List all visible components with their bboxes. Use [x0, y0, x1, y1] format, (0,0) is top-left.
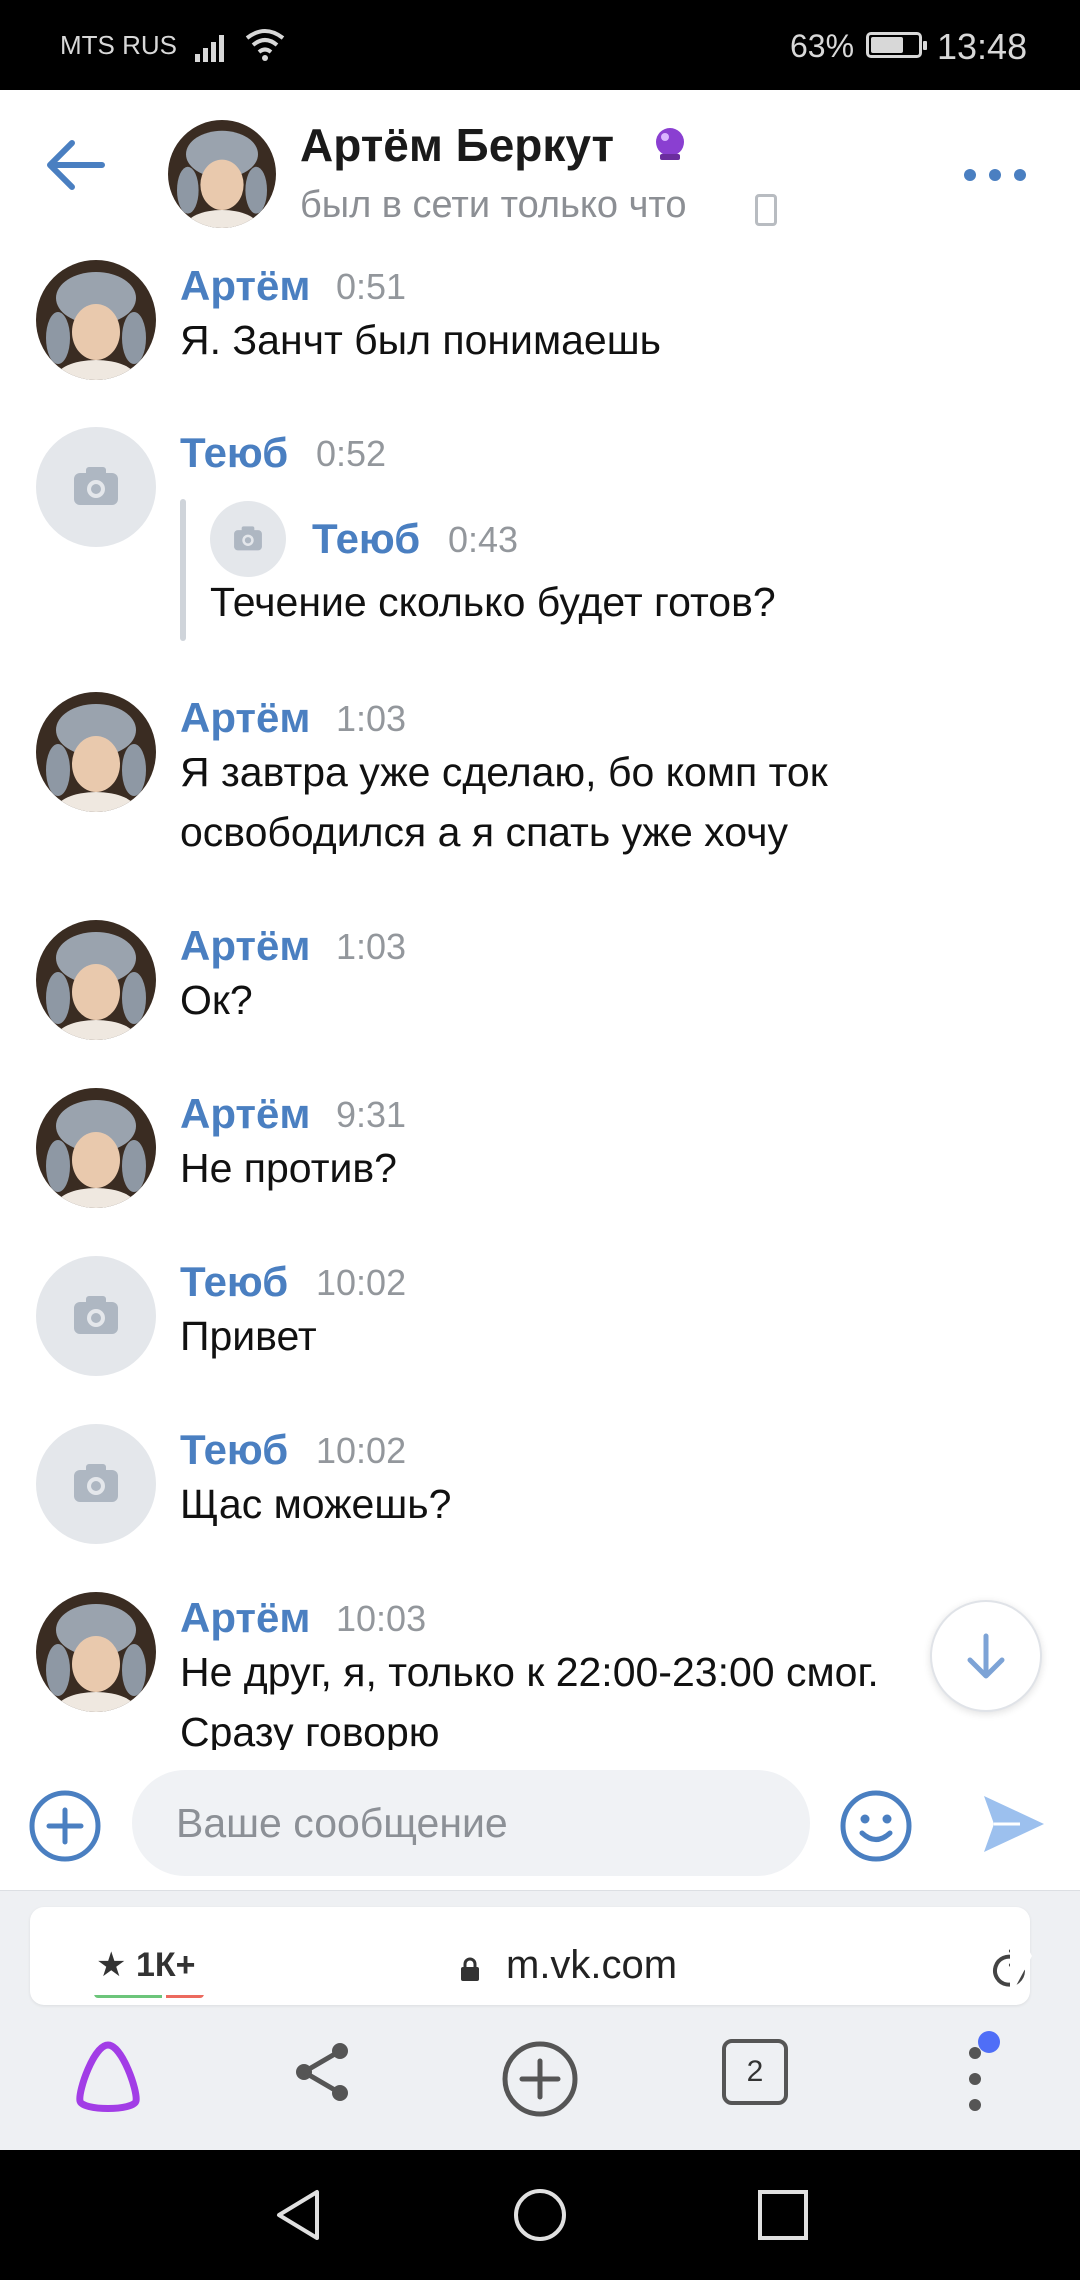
message-text-line: Не друг, я, только к 22:00-23:00 смог.: [180, 1649, 879, 1695]
user-photo-icon: [168, 120, 276, 228]
camera-icon: [74, 1464, 118, 1502]
share-icon[interactable]: [290, 2039, 356, 2105]
message-text: Я. Занчт был понимаешь: [180, 317, 661, 363]
crystal-ball-icon: [656, 128, 684, 160]
avatar[interactable]: [36, 1088, 156, 1208]
browser-toolbar: ★ 1К+ m.vk.com 2: [0, 1890, 1080, 2150]
attach-plus-icon[interactable]: [27, 1788, 103, 1864]
quote-text: Течение сколько будет готов?: [210, 579, 776, 625]
smiley-icon[interactable]: [838, 1788, 914, 1864]
rating-bar: [94, 1990, 204, 1998]
user-photo-icon: [36, 1592, 156, 1712]
online-status: был в сети только что: [300, 184, 687, 226]
send-icon[interactable]: [980, 1790, 1048, 1858]
chat-header: Артём Беркут был в сети только что: [0, 90, 1080, 240]
avatar[interactable]: [36, 260, 156, 380]
rating-bar-graphic: [94, 1995, 204, 1998]
tabs-counter-button[interactable]: 2: [722, 2039, 788, 2105]
signal-icon: [195, 35, 224, 62]
clock: 13:48: [937, 26, 1028, 67]
battery-icon: [866, 32, 927, 58]
system-back-icon[interactable]: [265, 2182, 331, 2248]
message-time: 1:03: [336, 698, 407, 739]
message-text-line: Сразу говорю: [180, 1709, 440, 1750]
author-name[interactable]: Теюб: [180, 1426, 288, 1474]
status-bar: MTS RUS 63% 13:48: [0, 0, 1080, 90]
message-text-line: Я завтра уже сделаю, бо комп ток: [180, 749, 828, 795]
camera-icon: [74, 467, 118, 505]
alice-assistant-icon[interactable]: [70, 2039, 146, 2115]
message-text: Привет: [180, 1313, 317, 1359]
quote-author-name[interactable]: Теюб: [312, 515, 420, 563]
system-home-icon[interactable]: [507, 2182, 573, 2248]
quote-bar: [180, 499, 186, 641]
carrier-label: MTS RUS: [60, 30, 177, 60]
new-tab-icon[interactable]: [500, 2039, 580, 2119]
message-time: 0:51: [336, 266, 407, 307]
author-name[interactable]: Артём: [180, 694, 310, 742]
rating-count: 1К+: [135, 1946, 196, 1984]
message-text-line: освободился а я спать уже хочу: [180, 809, 788, 855]
message-text: Ок?: [180, 977, 253, 1023]
message-time: 1:03: [336, 926, 407, 967]
message-text: Щас можешь?: [180, 1481, 452, 1527]
site-rating[interactable]: ★ 1К+: [96, 1945, 195, 1985]
scroll-down-button[interactable]: [930, 1600, 1042, 1712]
arrow-down-icon: [967, 1633, 1005, 1679]
back-arrow-icon[interactable]: [40, 135, 110, 195]
message-list[interactable]: Артём 0:51 Я. Занчт был понимаешь Теюб 0…: [0, 240, 1080, 1750]
avatar[interactable]: [36, 1424, 156, 1544]
lock-icon: [461, 1957, 479, 1981]
avatar[interactable]: [36, 427, 156, 547]
system-navigation-bar: [0, 2150, 1080, 2280]
author-name[interactable]: Артём: [180, 1594, 310, 1642]
avatar[interactable]: [168, 120, 276, 228]
contact-name: Артём Беркут: [300, 119, 615, 171]
message-input[interactable]: Ваше сообщение: [132, 1770, 810, 1876]
author-name[interactable]: Артём: [180, 1090, 310, 1138]
mobile-device-icon: [755, 194, 777, 226]
address-bar-tip: [1010, 1915, 1032, 1997]
message-composer: Ваше сообщение: [0, 1750, 1080, 1890]
battery-percent: 63%: [790, 28, 855, 64]
camera-icon: [74, 1296, 118, 1334]
message-time: 10:03: [336, 1598, 427, 1639]
wifi-icon: [245, 29, 285, 61]
message-time: 10:02: [316, 1262, 407, 1303]
avatar[interactable]: [36, 1592, 156, 1712]
quote-avatar: [210, 501, 286, 577]
user-photo-icon: [36, 920, 156, 1040]
message-time: 0:52: [316, 433, 387, 474]
author-name[interactable]: Теюб: [180, 429, 288, 477]
quote-time: 0:43: [448, 519, 519, 560]
avatar[interactable]: [36, 1256, 156, 1376]
avatar[interactable]: [36, 692, 156, 812]
author-name[interactable]: Артём: [180, 922, 310, 970]
message-time: 9:31: [336, 1094, 407, 1135]
user-photo-icon: [36, 260, 156, 380]
more-options-icon[interactable]: [960, 160, 1030, 190]
system-recents-icon[interactable]: [750, 2182, 816, 2248]
address-bar[interactable]: ★ 1К+ m.vk.com: [30, 1907, 1030, 2005]
avatar[interactable]: [36, 920, 156, 1040]
message-time: 10:02: [316, 1430, 407, 1471]
url-text[interactable]: m.vk.com: [506, 1943, 677, 1988]
notification-dot: [978, 2031, 1000, 2053]
author-name[interactable]: Теюб: [180, 1258, 288, 1306]
author-name[interactable]: Артём: [180, 262, 310, 310]
camera-icon: [234, 526, 262, 551]
user-photo-icon: [36, 1088, 156, 1208]
user-photo-icon: [36, 692, 156, 812]
message-text: Не против?: [180, 1145, 397, 1191]
